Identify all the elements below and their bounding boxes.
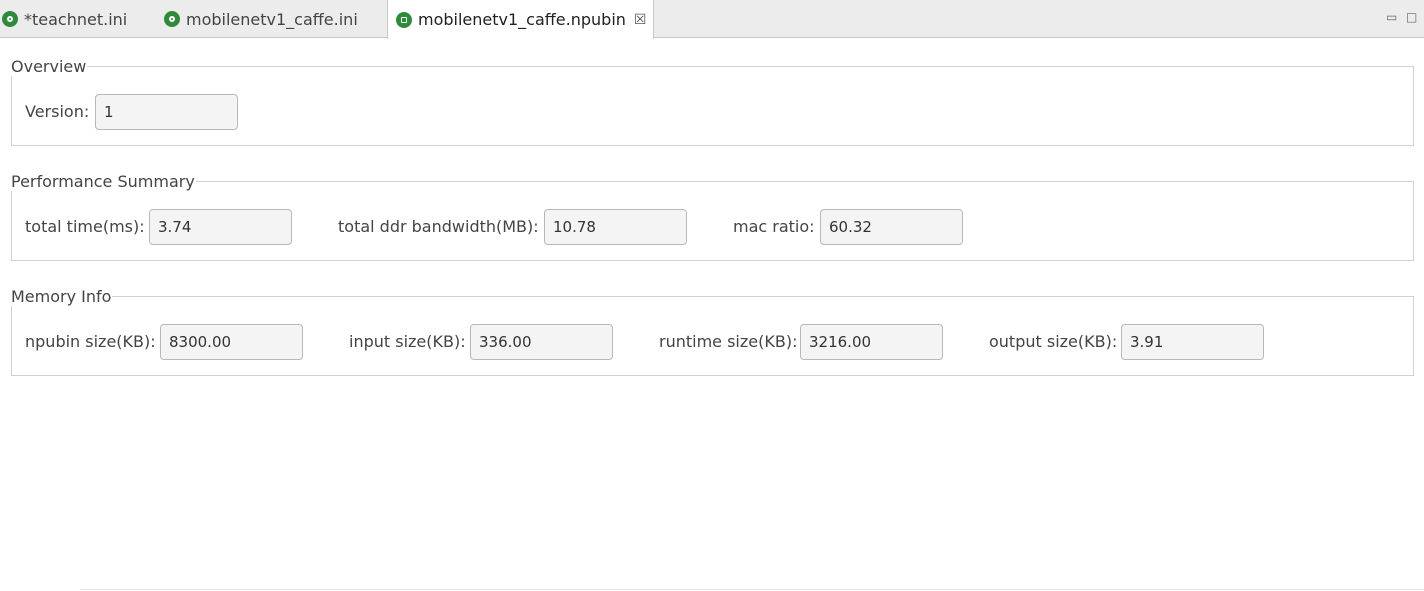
npubin-size-field[interactable]: 8300.00 bbox=[160, 324, 303, 360]
tab-label: mobilenetv1_caffe.npubin bbox=[418, 10, 626, 29]
bottom-divider bbox=[80, 589, 1424, 590]
gear-icon bbox=[164, 11, 180, 27]
ddr-bandwidth-field[interactable]: 10.78 bbox=[544, 209, 687, 245]
total-time-label: total time(ms): bbox=[25, 217, 145, 236]
input-size-field[interactable]: 336.00 bbox=[470, 324, 613, 360]
tab-label: mobilenetv1_caffe.ini bbox=[186, 9, 358, 29]
memory-info-title: Memory Info bbox=[11, 287, 113, 306]
tab-mobilenetv1-caffe-npubin[interactable]: mobilenetv1_caffe.npubin ☒ bbox=[387, 0, 654, 39]
mac-ratio-field[interactable]: 60.32 bbox=[820, 209, 963, 245]
input-size-label: input size(KB): bbox=[349, 332, 466, 351]
version-label: Version: bbox=[25, 102, 90, 121]
output-size-label: output size(KB): bbox=[989, 332, 1118, 351]
runtime-size-field[interactable]: 3216.00 bbox=[800, 324, 943, 360]
tab-mobilenetv1-caffe-ini[interactable]: mobilenetv1_caffe.ini bbox=[164, 0, 384, 38]
binary-file-icon bbox=[396, 11, 412, 28]
editor-tab-bar: *teachnet.ini mobilenetv1_caffe.ini mobi… bbox=[0, 0, 1424, 39]
performance-summary-title: Performance Summary bbox=[11, 172, 196, 191]
output-size-field[interactable]: 3.91 bbox=[1121, 324, 1264, 360]
version-field[interactable]: 1 bbox=[95, 94, 238, 130]
tab-label: *teachnet.ini bbox=[24, 9, 128, 29]
minimize-icon[interactable]: ▭ bbox=[1386, 10, 1397, 24]
maximize-icon[interactable]: □ bbox=[1406, 10, 1417, 24]
runtime-size-label: runtime size(KB): bbox=[659, 332, 798, 351]
tab-teachnet-ini[interactable]: *teachnet.ini bbox=[2, 0, 152, 38]
npubin-size-label: npubin size(KB): bbox=[25, 332, 156, 351]
total-time-field[interactable]: 3.74 bbox=[149, 209, 292, 245]
mac-ratio-label: mac ratio: bbox=[733, 217, 815, 236]
close-icon[interactable]: ☒ bbox=[634, 13, 647, 27]
overview-title: Overview bbox=[11, 57, 88, 76]
ddr-bandwidth-label: total ddr bandwidth(MB): bbox=[338, 217, 539, 236]
gear-icon bbox=[2, 11, 18, 27]
